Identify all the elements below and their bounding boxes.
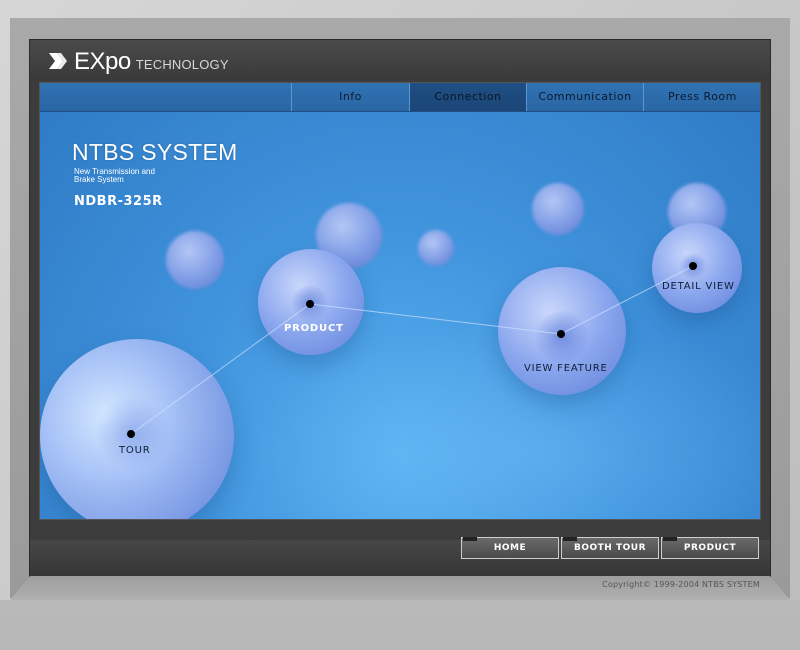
dot-product	[306, 300, 314, 308]
home-button-label: HOME	[493, 543, 527, 553]
hotspot-detail-view[interactable]: DETAIL VIEW	[662, 281, 735, 292]
nav-info[interactable]: Info	[291, 83, 409, 111]
model-number: NDBR-325R	[74, 194, 163, 209]
page-subtitle: New Transmission and Brake System	[74, 168, 184, 184]
button-tab-decoration	[663, 537, 677, 541]
nav-communication[interactable]: Communication	[526, 83, 643, 111]
dot-tour	[127, 430, 135, 438]
double-chevron-logo-icon	[49, 53, 67, 69]
nav-press-room[interactable]: Press Room	[643, 83, 760, 111]
hero-stage: TOUR PRODUCT VIEW FEATURE DETAIL VIEW NT…	[40, 83, 760, 519]
page-title: NTBS SYSTEM	[72, 139, 238, 165]
hotspot-view-feature[interactable]: VIEW FEATURE	[524, 363, 608, 374]
hotspot-tour[interactable]: TOUR	[119, 445, 150, 456]
product-button[interactable]: PRODUCT	[661, 537, 759, 559]
dot-detail-view	[689, 262, 697, 270]
logo-wordmark: EXpo	[74, 48, 131, 75]
line-feature-detail	[560, 265, 694, 335]
footer-bar	[30, 540, 770, 576]
line-product-feature	[309, 303, 562, 335]
hotspot-product[interactable]: PRODUCT	[284, 323, 344, 334]
nav-connection[interactable]: Connection	[409, 83, 526, 111]
button-tab-decoration	[463, 537, 477, 541]
product-button-label: PRODUCT	[683, 543, 737, 553]
booth-tour-button[interactable]: BOOTH TOUR	[561, 537, 659, 559]
brand-logo[interactable]: EXpo TECHNOLOGY	[48, 48, 229, 74]
subtitle-line-2: Brake System	[74, 175, 124, 184]
copyright-text: Copyright© 1999-2004 NTBS SYSTEM	[602, 580, 760, 589]
booth-tour-button-label: BOOTH TOUR	[574, 543, 646, 553]
hero-title-block: NTBS SYSTEM New Transmission and Brake S…	[72, 139, 238, 209]
top-nav: Info Connection Communication Press Room	[40, 83, 760, 112]
logo-tagline: TECHNOLOGY	[135, 57, 229, 72]
dot-view-feature	[557, 330, 565, 338]
button-tab-decoration	[563, 537, 577, 541]
home-button[interactable]: HOME	[461, 537, 559, 559]
